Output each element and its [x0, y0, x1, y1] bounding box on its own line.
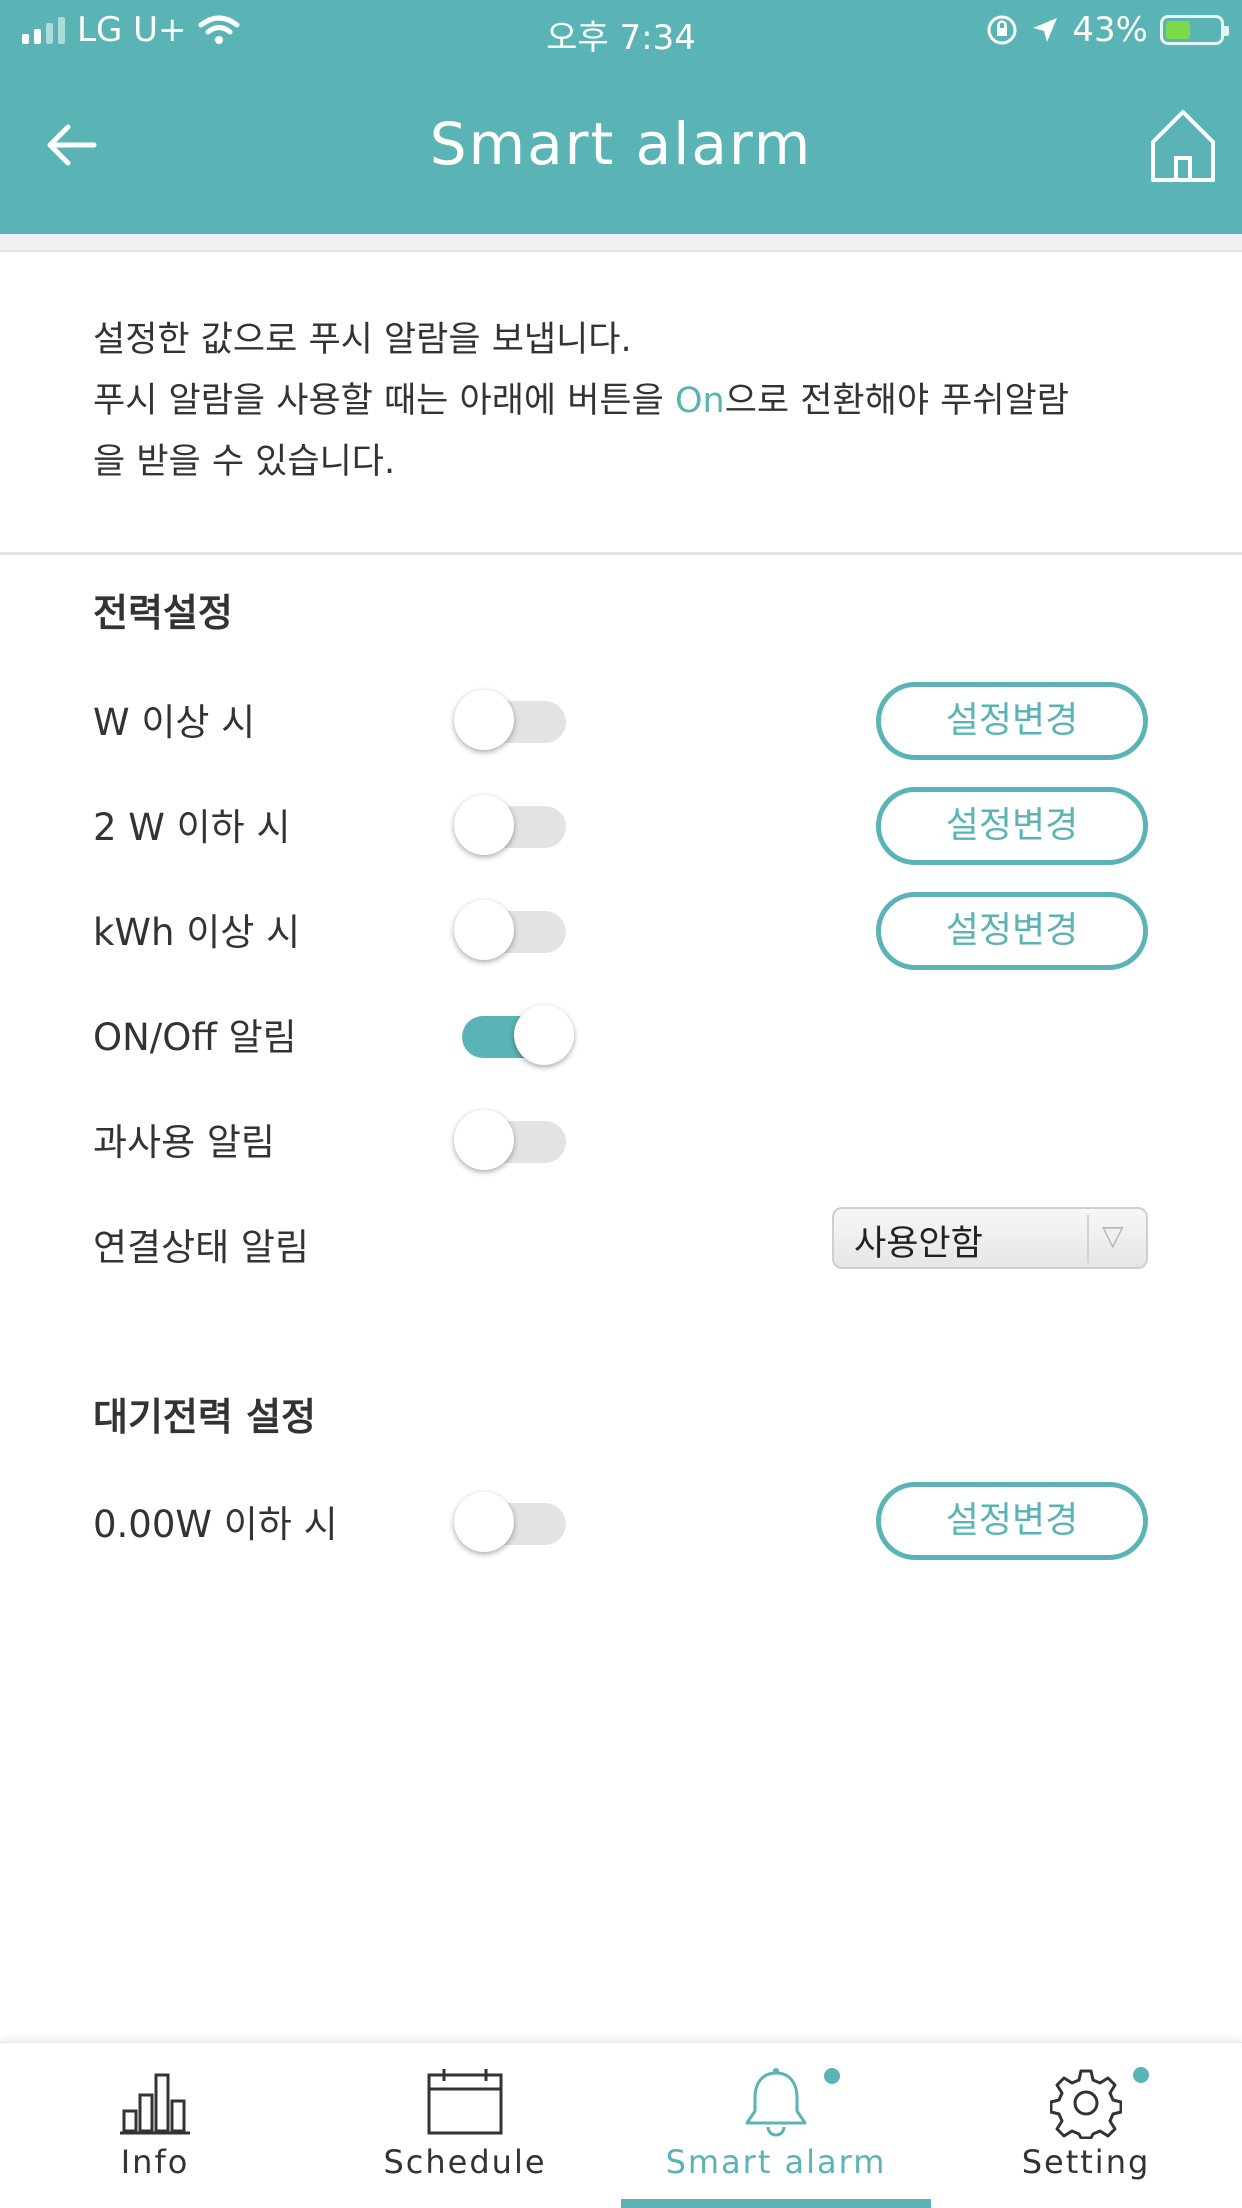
intro-line-2-start: 푸시 알람을 사용할 때는 아래에 버튼을 — [93, 381, 675, 421]
home-icon[interactable] — [1148, 108, 1218, 184]
app-header: LG U+ 오후 7:34 43% Smart alarm — [0, 0, 1242, 234]
select-separator — [1087, 1215, 1089, 1263]
active-tab-indicator — [621, 2199, 931, 2208]
tab-schedule-label: Schedule — [383, 2143, 547, 2181]
toggle-onoff-alert[interactable] — [454, 1003, 574, 1065]
bell-icon — [745, 2068, 807, 2137]
connection-alert-select[interactable]: 사용안함 ▽ — [832, 1207, 1148, 1269]
status-bar: LG U+ 오후 7:34 43% — [0, 0, 1242, 62]
chevron-down-icon: ▽ — [1102, 1219, 1124, 1252]
header-shadow — [0, 234, 1242, 252]
change-settings-button-2w-below[interactable]: 설정변경 — [876, 787, 1148, 865]
change-settings-button-kwh-above[interactable]: 설정변경 — [876, 892, 1148, 970]
toggle-overuse-alert[interactable] — [454, 1108, 570, 1170]
intro-line-1: 설정한 값으로 푸시 알람을 보냅니다. — [93, 320, 632, 360]
connection-alert-selected-value: 사용안함 — [854, 1224, 983, 1264]
row-label-connection-alert: 연결상태 알림 — [93, 1226, 310, 1269]
row-label-overuse-alert: 과사용 알림 — [93, 1121, 275, 1164]
setting-notification-dot — [1133, 2067, 1149, 2083]
tab-setting-label: Setting — [1021, 2143, 1151, 2181]
row-label-w-above: W 이상 시 — [93, 701, 256, 744]
change-settings-button-w-above[interactable]: 설정변경 — [876, 682, 1148, 760]
location-arrow-icon — [1033, 18, 1058, 42]
intro-on-highlight: On — [674, 381, 725, 421]
tab-setting[interactable]: Setting — [931, 2043, 1241, 2208]
toggle-kwh-above[interactable] — [454, 898, 570, 960]
intro-line-3: 을 받을 수 있습니다. — [93, 442, 396, 482]
battery-icon — [1160, 15, 1229, 45]
standby-settings-title: 대기전력 설정 — [93, 1395, 316, 1439]
battery-percent: 43% — [1072, 10, 1148, 50]
tab-schedule[interactable]: Schedule — [310, 2043, 620, 2208]
intro-description: 설정한 값으로 푸시 알람을 보냅니다. 푸시 알람을 사용할 때는 아래에 버… — [93, 310, 1193, 493]
toggle-w-above[interactable] — [454, 688, 570, 750]
gear-icon — [1050, 2069, 1122, 2139]
toggle-standby-below[interactable] — [454, 1490, 570, 1552]
change-settings-button-standby[interactable]: 설정변경 — [876, 1482, 1148, 1560]
row-label-kwh-above: kWh 이상 시 — [93, 911, 301, 954]
rotation-lock-icon — [987, 15, 1017, 45]
tab-smart-alarm-label: Smart alarm — [665, 2143, 887, 2181]
intro-line-2: 푸시 알람을 사용할 때는 아래에 버튼을 On으로 전환해야 푸쉬알람 — [93, 371, 1193, 432]
bar-chart-icon — [120, 2073, 190, 2135]
intro-line-2-end: 으로 전환해야 푸쉬알람 — [724, 381, 1069, 421]
tab-info[interactable]: Info — [0, 2043, 310, 2208]
power-settings-title: 전력설정 — [93, 591, 233, 635]
tab-smart-alarm[interactable]: Smart alarm — [621, 2043, 931, 2208]
page-title: Smart alarm — [429, 110, 813, 178]
bottom-navigation: Info Schedule Smart alarm Setting — [0, 2042, 1242, 2208]
calendar-icon — [427, 2069, 503, 2135]
toggle-2w-below[interactable] — [454, 793, 570, 855]
section-divider — [0, 552, 1242, 555]
row-label-standby-below: 0.00W 이하 시 — [93, 1503, 338, 1546]
row-label-onoff-alert: ON/Off 알림 — [93, 1016, 297, 1059]
smart-alarm-notification-dot — [824, 2068, 840, 2084]
tab-info-label: Info — [120, 2143, 190, 2181]
row-label-2w-below: 2 W 이하 시 — [93, 806, 291, 849]
